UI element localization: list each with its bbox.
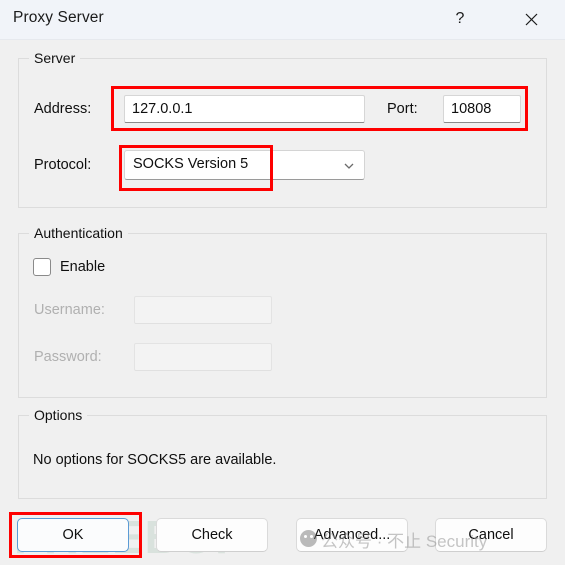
username-label: Username: (34, 302, 105, 318)
ok-button[interactable]: OK (17, 518, 129, 552)
enable-checkbox-label: Enable (60, 259, 106, 275)
help-button[interactable]: ? (437, 0, 483, 39)
close-icon (525, 13, 537, 26)
check-button[interactable]: Check (156, 518, 268, 552)
enable-checkbox[interactable]: Enable (33, 256, 105, 278)
window-title: Proxy Server (13, 9, 104, 26)
password-input[interactable] (134, 343, 272, 371)
address-input[interactable] (124, 95, 365, 123)
proxy-server-dialog: Proxy Server ? Server Address: Port: Pro… (0, 0, 565, 565)
question-mark-icon: ? (455, 9, 465, 27)
protocol-combobox[interactable]: SOCKS Version 5 (124, 150, 365, 180)
port-label: Port: (387, 101, 418, 117)
options-message: No options for SOCKS5 are available. (33, 452, 277, 468)
advanced-button[interactable]: Advanced... (296, 518, 408, 552)
protocol-combobox-value: SOCKS Version 5 (133, 156, 249, 172)
port-input[interactable] (443, 95, 521, 123)
options-group-title: Options (29, 407, 88, 423)
protocol-label: Protocol: (34, 157, 92, 173)
title-bar: Proxy Server ? (0, 0, 565, 40)
address-label: Address: (34, 101, 92, 117)
password-label: Password: (34, 349, 102, 365)
close-button[interactable] (508, 0, 554, 39)
authentication-group-title: Authentication (29, 225, 128, 241)
username-input[interactable] (134, 296, 272, 324)
chevron-down-icon (344, 163, 354, 169)
server-group: Server (18, 50, 547, 208)
cancel-button[interactable]: Cancel (435, 518, 547, 552)
checkbox-box-icon (33, 258, 51, 276)
server-group-title: Server (29, 50, 81, 66)
